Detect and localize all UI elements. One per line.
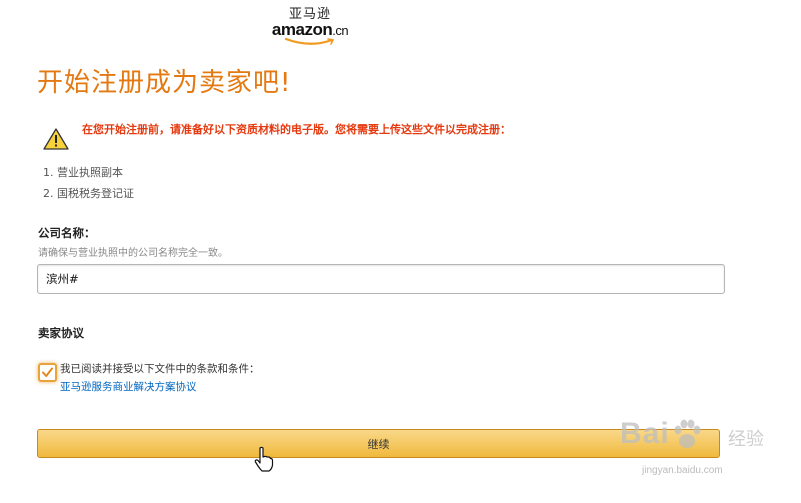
baidu-watermark: Bai 经验 jingyan.baidu.com [610,417,770,487]
watermark-brand: Bai [620,417,670,450]
checkmark-icon [42,367,53,377]
document-list: 1. 营业执照副本 2. 国税税务登记证 [43,162,134,204]
seller-agreement-title: 卖家协议 [38,326,84,340]
company-name-label: 公司名称： [38,226,96,240]
amazon-logo: 亚马逊 amazon.cn [270,8,350,46]
watermark-suffix: 经验 [728,429,764,450]
logo-domain-suffix: .cn [332,23,349,38]
paw-icon [674,419,701,448]
company-name-hint: 请确保与营业执照中的公司名称完全一致。 [38,248,228,259]
watermark-url: jingyan.baidu.com [642,465,723,476]
list-item: 1. 营业执照副本 [43,166,123,179]
warning-triangle-icon [43,128,69,150]
agreement-checkbox[interactable] [38,363,57,382]
agreement-link[interactable]: 亚马逊服务商业解决方案协议 [60,379,197,394]
amazon-smile-icon [284,38,335,45]
page-title: 开始注册成为卖家吧! [37,68,292,98]
logo-brand: amazon.cn [270,20,350,39]
list-item: 2. 国税税务登记证 [43,187,134,200]
company-name-input[interactable] [37,264,725,294]
warning-message: 在您开始注册前，请准备好以下资质材料的电子版。您将需要上传这些文件以完成注册： [82,123,511,136]
logo-brand-word: amazon [271,20,333,39]
hand-pointer-icon [254,446,274,472]
agreement-checkbox-label: 我已阅读并接受以下文件中的条款和条件： [60,363,260,375]
